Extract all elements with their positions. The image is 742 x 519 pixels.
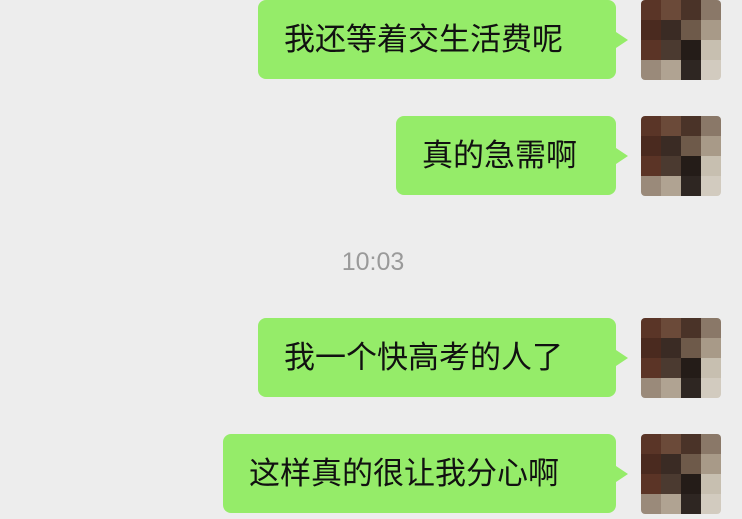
message-bubble[interactable]: 这样真的很让我分心啊 (223, 434, 628, 513)
message-bubble[interactable]: 我一个快高考的人了 (258, 318, 628, 397)
avatar[interactable] (641, 434, 721, 514)
avatar[interactable] (641, 116, 721, 196)
message-text: 真的急需啊 (422, 137, 577, 174)
message-text: 这样真的很让我分心啊 (249, 455, 559, 492)
message-text: 我还等着交生活费呢 (284, 21, 563, 58)
timestamp: 10:03 (341, 248, 405, 276)
message-bubble[interactable]: 真的急需啊 (396, 116, 628, 195)
chat-window: 我还等着交生活费呢 真的急需啊 10:03 我一个快高考的人了 这样真的很让我分… (0, 0, 742, 519)
avatar[interactable] (641, 0, 721, 80)
message-text: 我一个快高考的人了 (284, 339, 563, 376)
message-bubble[interactable]: 我还等着交生活费呢 (258, 0, 628, 79)
avatar[interactable] (641, 318, 721, 398)
